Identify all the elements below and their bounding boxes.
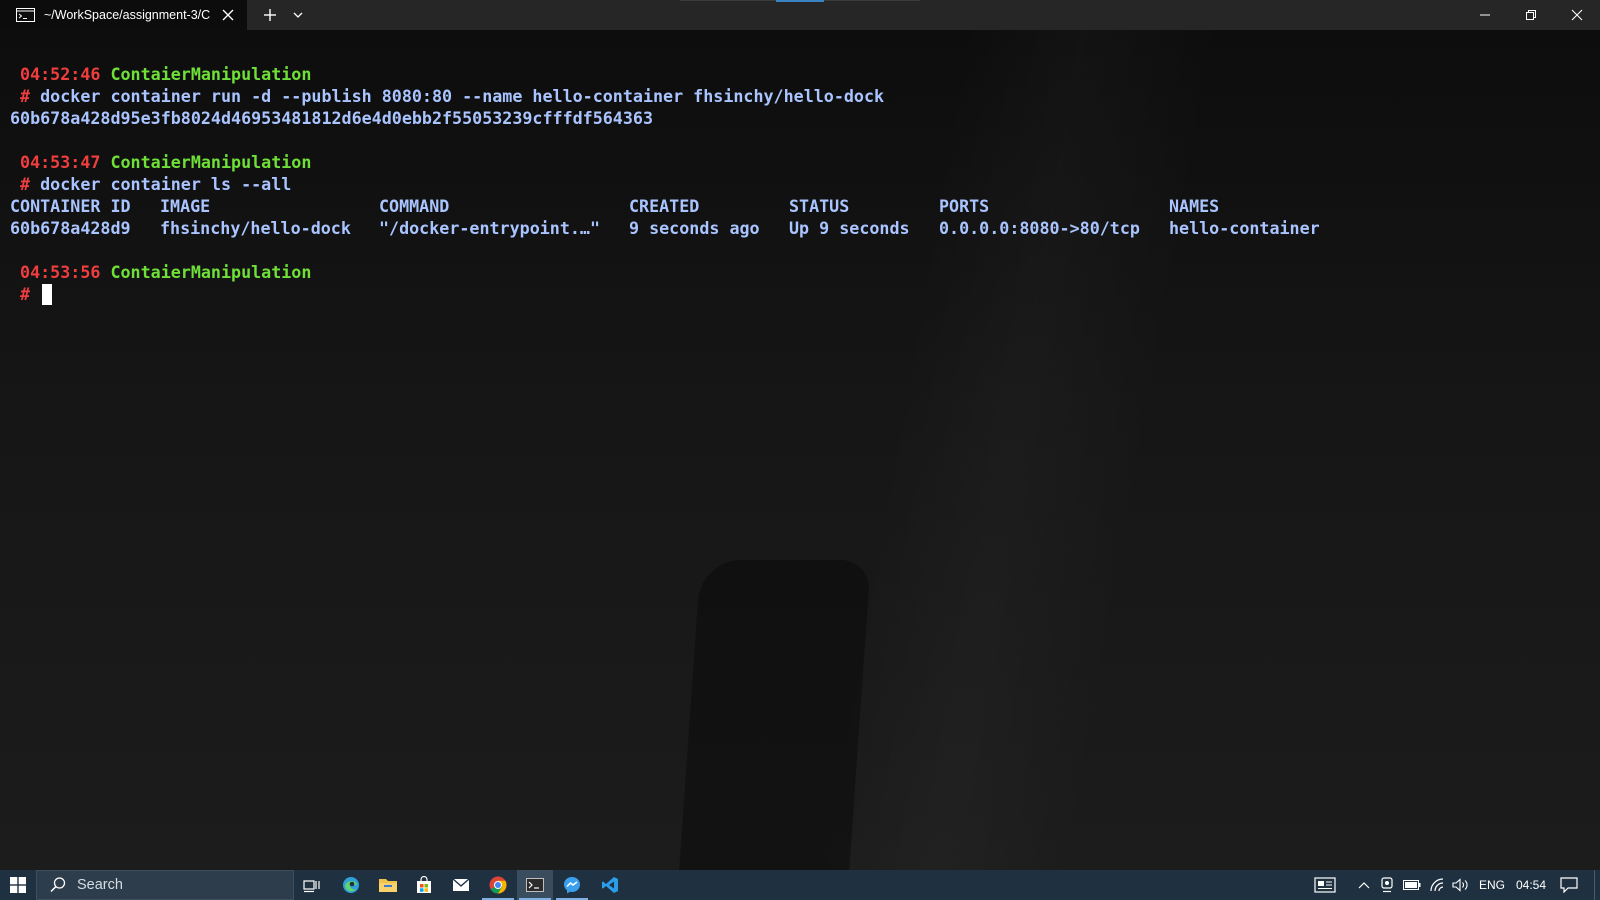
windows-logo-icon bbox=[10, 877, 26, 893]
table-cell: fhsinchy/hello-dock bbox=[160, 218, 351, 238]
show-desktop-button[interactable] bbox=[1594, 870, 1600, 900]
meet-now-button[interactable] bbox=[1377, 870, 1397, 900]
store-button[interactable] bbox=[406, 870, 442, 900]
chrome-icon bbox=[489, 876, 507, 894]
table-cell: hello-container bbox=[1169, 218, 1320, 238]
prompt-line: 04:52:46 ContaierManipulation bbox=[10, 64, 311, 84]
chrome-button[interactable] bbox=[480, 870, 516, 900]
prompt-directory: ContaierManipulation bbox=[110, 262, 312, 282]
vscode-icon bbox=[602, 877, 618, 893]
task-view-icon bbox=[303, 880, 320, 893]
table-header: STATUS bbox=[789, 196, 850, 216]
battery-icon bbox=[1403, 880, 1421, 890]
table-header: CONTAINER ID bbox=[10, 196, 131, 216]
start-button[interactable] bbox=[0, 870, 36, 900]
title-accent-bar bbox=[776, 0, 824, 2]
table-cell: 9 seconds ago bbox=[629, 218, 760, 238]
terminal-icon bbox=[16, 8, 35, 22]
minimize-icon bbox=[1480, 14, 1490, 16]
table-cell: "/docker-entrypoint.…" bbox=[379, 218, 601, 238]
chevron-up-icon bbox=[1358, 882, 1370, 889]
prompt-time: 04:52:46 bbox=[20, 64, 101, 84]
close-button[interactable] bbox=[1554, 0, 1600, 30]
tab-title: ~/WorkSpace/assignment-3/C bbox=[44, 8, 211, 22]
webcam-icon bbox=[1381, 877, 1393, 893]
terminal-icon bbox=[526, 878, 544, 892]
prompt-symbol: # bbox=[20, 86, 31, 106]
messenger-button[interactable] bbox=[554, 870, 590, 900]
search-placeholder: Search bbox=[77, 877, 123, 893]
taskbar-search-box[interactable]: Search bbox=[36, 870, 294, 900]
background-rock-shadow bbox=[679, 560, 871, 870]
input-language-indicator[interactable]: ENG bbox=[1476, 870, 1508, 900]
table-cell: 0.0.0.0:8080->80/tcp bbox=[939, 218, 1140, 238]
search-icon bbox=[50, 877, 66, 893]
show-hidden-icons-button[interactable] bbox=[1354, 870, 1374, 900]
table-header: IMAGE bbox=[160, 196, 211, 216]
text-cursor bbox=[42, 284, 53, 305]
container-id-output: 60b678a428d95e3fb8024d46953481812d6e4d0e… bbox=[10, 108, 653, 128]
new-tab-plus-icon[interactable] bbox=[262, 7, 278, 23]
vscode-button[interactable] bbox=[592, 870, 628, 900]
file-explorer-button[interactable] bbox=[370, 870, 406, 900]
table-header-row: CONTAINER ID IMAGE COMMAND CREATED STATUS POR… bbox=[10, 196, 1219, 216]
prompt-time: 04:53:56 bbox=[20, 262, 101, 282]
title-bar: ~/WorkSpace/assignment-3/C bbox=[0, 0, 1600, 30]
table-cell: Up 9 seconds bbox=[789, 218, 910, 238]
minimize-button[interactable] bbox=[1462, 0, 1508, 30]
prompt-line: 04:53:56 ContaierManipulation bbox=[10, 262, 311, 282]
terminal-output: 04:52:46 ContaierManipulation # docker c… bbox=[10, 63, 1320, 305]
mail-icon bbox=[452, 878, 470, 891]
speaker-icon bbox=[1452, 878, 1468, 892]
battery-status[interactable] bbox=[1400, 870, 1424, 900]
action-center-button[interactable] bbox=[1556, 870, 1582, 900]
network-status[interactable] bbox=[1426, 870, 1448, 900]
command-text: docker container run -d --publish 8080:8… bbox=[40, 86, 885, 106]
command-line: # docker container ls --all bbox=[10, 174, 291, 194]
folder-icon bbox=[379, 879, 397, 892]
prompt-symbol: # bbox=[20, 284, 31, 304]
tab-close-icon[interactable] bbox=[220, 7, 236, 23]
command-line: # docker container run -d --publish 8080… bbox=[10, 86, 884, 106]
table-cell: 60b678a428d9 bbox=[10, 218, 131, 238]
prompt-directory: ContaierManipulation bbox=[110, 64, 312, 84]
command-text: docker container ls --all bbox=[40, 174, 292, 194]
prompt-time: 04:53:47 bbox=[20, 152, 101, 172]
tab-terminal[interactable]: ~/WorkSpace/assignment-3/C bbox=[0, 0, 247, 30]
notification-icon bbox=[1560, 877, 1578, 893]
restore-icon bbox=[1526, 10, 1536, 20]
taskbar: Search ENG 04:54 bbox=[0, 870, 1600, 900]
edge-icon bbox=[343, 877, 359, 893]
table-header: PORTS bbox=[939, 196, 990, 216]
command-line-active[interactable]: # bbox=[10, 284, 53, 305]
prompt-symbol: # bbox=[20, 174, 31, 194]
store-bag-icon bbox=[417, 876, 431, 893]
edge-button[interactable] bbox=[333, 870, 369, 900]
close-icon bbox=[1571, 9, 1583, 21]
messenger-icon bbox=[564, 877, 580, 894]
table-row: 60b678a428d9 fhsinchy/hello-dock "/docker-… bbox=[10, 218, 1320, 238]
news-icon bbox=[1314, 877, 1336, 893]
news-widget-button[interactable] bbox=[1310, 870, 1340, 900]
volume-control[interactable] bbox=[1450, 870, 1472, 900]
restore-button[interactable] bbox=[1508, 0, 1554, 30]
terminal-taskbar-button[interactable] bbox=[517, 870, 553, 900]
wifi-icon bbox=[1430, 878, 1444, 892]
prompt-directory: ContaierManipulation bbox=[110, 152, 312, 172]
table-header: NAMES bbox=[1169, 196, 1220, 216]
terminal-pane[interactable]: 04:52:46 ContaierManipulation # docker c… bbox=[0, 30, 1600, 870]
mail-button[interactable] bbox=[443, 870, 479, 900]
chevron-down-icon[interactable] bbox=[292, 10, 304, 20]
task-view-button[interactable] bbox=[294, 870, 330, 900]
table-header: CREATED bbox=[629, 196, 700, 216]
taskbar-clock[interactable]: 04:54 bbox=[1511, 870, 1551, 900]
table-header: COMMAND bbox=[379, 196, 450, 216]
prompt-line: 04:53:47 ContaierManipulation bbox=[10, 152, 311, 172]
